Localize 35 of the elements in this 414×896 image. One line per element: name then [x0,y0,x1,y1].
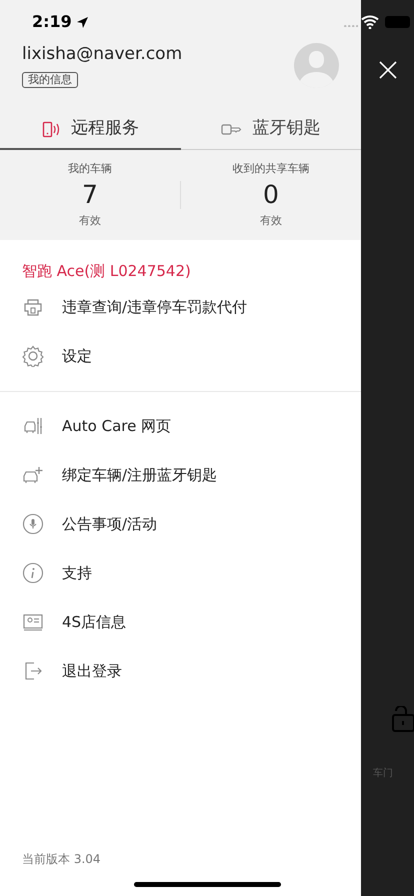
account-email: lixisha@naver.com [22,44,182,64]
phone-signal-icon [42,120,61,138]
menu-item[interactable]: 退出登录 [0,646,361,696]
menu-item[interactable]: 4S店信息 [0,598,361,646]
lock-icon [392,706,414,732]
version-text: 当前版本 3.04 [22,851,101,868]
avatar-icon [294,43,339,88]
key-icon [221,122,242,136]
stat-value: 0 [263,179,279,211]
car-tools-icon [22,415,44,437]
menu-item[interactable]: 支持 [0,548,361,598]
close-icon[interactable] [378,60,398,80]
settings-icon [22,345,44,367]
menu-item[interactable]: Auto Care 网页 [0,402,361,450]
stat-label: 收到的共享车辆 [232,160,310,176]
menu-item[interactable]: 违章查询/违章停车罚款代付 [0,282,361,332]
status-time: 2:19 [32,11,72,33]
car-plus-icon [22,464,44,486]
info-icon [22,562,44,584]
tab[interactable]: 远程服务 [0,110,180,150]
stat-status: 有效 [79,213,101,229]
vehicle-name: 智跑 Ace(测 L0247542) [21,261,192,282]
location-arrow-icon [76,16,89,28]
microphone-icon [22,513,44,535]
profile-button[interactable]: 我的信息 [22,72,78,88]
menu-item[interactable]: 设定 [0,332,361,380]
signal-icon [344,24,358,28]
stat-label: 我的车辆 [68,160,112,176]
menu-item[interactable]: 绑定车辆/注册蓝牙钥匙 [0,450,361,500]
tab[interactable]: 蓝牙钥匙 [180,110,361,150]
battery-icon [385,16,410,28]
stat-status: 有效 [260,213,282,229]
menu-item[interactable]: 公告事项/活动 [0,500,361,548]
wifi-icon [361,15,379,29]
stat-value: 7 [82,179,98,211]
